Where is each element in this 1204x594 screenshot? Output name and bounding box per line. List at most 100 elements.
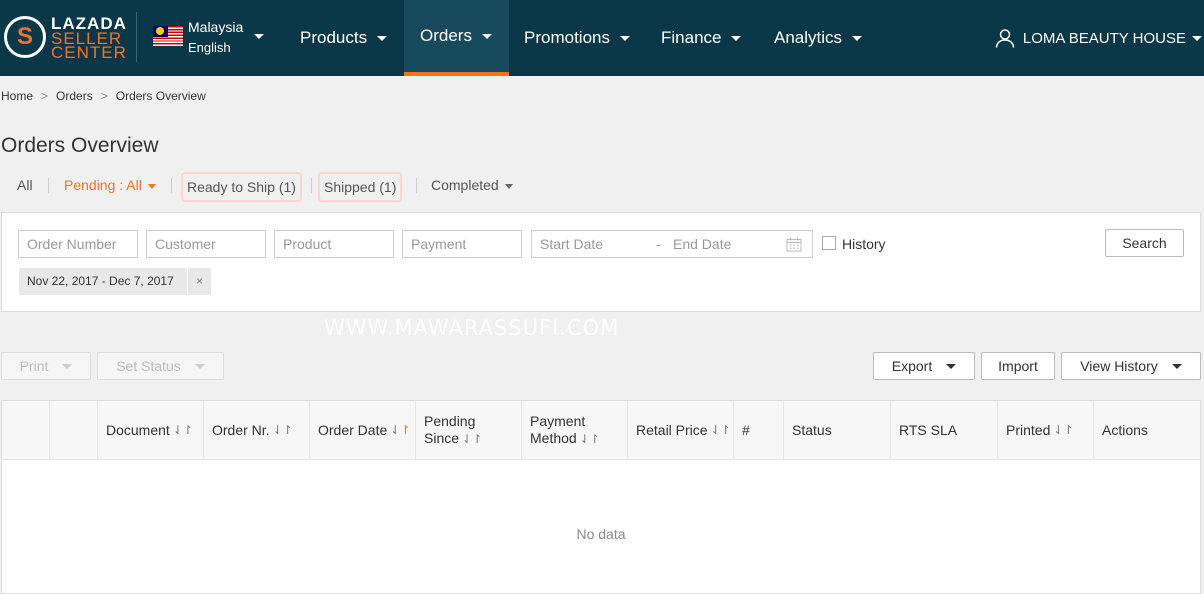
sort-icon[interactable]: ⇃↾ (273, 422, 293, 439)
tab-shipped[interactable]: Shipped (1) (318, 172, 403, 202)
column-pending-since[interactable]: Pending Since ⇃↾ (416, 401, 522, 459)
chevron-down-icon (377, 35, 388, 41)
breadcrumb-home[interactable]: Home (1, 89, 33, 103)
active-date-filter-text: Nov 22, 2017 - Dec 7, 2017 (27, 274, 174, 288)
nav-products[interactable]: Products (286, 0, 398, 76)
import-button[interactable]: Import (981, 352, 1055, 380)
watermark: WWW.MAWARASSUFI.COM (324, 316, 620, 340)
user-name: LOMA BEAUTY HOUSE (1022, 29, 1186, 47)
export-button-label: Export (891, 358, 933, 374)
nav-promotions[interactable]: Promotions (524, 0, 652, 76)
column-document[interactable]: Document ⇃↾ (98, 401, 204, 459)
close-icon[interactable]: × (187, 268, 211, 295)
column-pending-since-line1: Pending (424, 412, 476, 429)
column-rts-sla-label: RTS SLA (899, 421, 958, 438)
column-status: Status (784, 401, 891, 459)
column-actions: Actions (1094, 401, 1200, 459)
expand-column (50, 401, 98, 459)
search-button[interactable]: Search (1105, 229, 1184, 257)
order-number-input[interactable]: Order Number (18, 230, 138, 258)
sort-icon[interactable]: ⇃↾ (1053, 422, 1073, 439)
sort-icon[interactable]: ⇃↾ (462, 432, 482, 446)
chevron-down-icon (62, 363, 73, 369)
sort-icon[interactable]: ⇃↾ (390, 422, 410, 439)
column-printed[interactable]: Printed ⇃↾ (998, 401, 1094, 459)
payment-input[interactable]: Payment (402, 230, 522, 258)
chevron-down-icon (254, 34, 264, 39)
sort-icon[interactable]: ⇃↾ (173, 422, 193, 439)
set-status-button[interactable]: Set Status (97, 352, 224, 380)
empty-state-text: No data (576, 526, 626, 542)
logo-icon: S (4, 16, 46, 58)
nav-finance-label: Finance (661, 28, 722, 47)
chevron-down-icon (504, 183, 513, 189)
column-order-date[interactable]: Order Date ⇃↾ (310, 401, 416, 459)
search-button-label: Search (1122, 235, 1167, 251)
filter-panel: Order Number Customer Product Payment St… (1, 212, 1201, 312)
table-header: Document ⇃↾ Order Nr. ⇃↾ Order Date ⇃↾ Pend… (2, 401, 1200, 460)
breadcrumb-current: Orders Overview (115, 89, 206, 103)
user-account-menu[interactable]: LOMA BEAUTY HOUSE (995, 0, 1204, 76)
page-title: Orders Overview (1, 134, 159, 157)
start-date-input[interactable]: Start Date (540, 231, 603, 257)
column-rts-sla: RTS SLA (891, 401, 998, 459)
print-button[interactable]: Print (1, 352, 91, 380)
view-history-button[interactable]: View History (1061, 352, 1201, 380)
tab-divider (416, 178, 417, 193)
column-payment-method[interactable]: Payment Method ⇃↾ (522, 401, 628, 459)
tab-ready-to-ship[interactable]: Ready to Ship (1) (181, 172, 302, 202)
export-button[interactable]: Export (873, 352, 975, 380)
tab-completed-label: Completed (431, 177, 499, 193)
history-checkbox[interactable] (822, 236, 836, 250)
tab-pending[interactable]: Pending : All (64, 170, 156, 200)
breadcrumb-orders[interactable]: Orders (56, 89, 93, 103)
sort-icon[interactable]: ⇃↾ (711, 422, 731, 439)
active-date-filter-chip: Nov 22, 2017 - Dec 7, 2017 × (19, 268, 211, 295)
header-divider (136, 12, 137, 62)
column-order-nr[interactable]: Order Nr. ⇃↾ (204, 401, 310, 459)
date-range-picker[interactable]: Start Date - End Date (531, 230, 813, 258)
column-retail-price-label: Retail Price (636, 421, 708, 438)
date-separator: - (656, 236, 661, 252)
tab-divider (48, 178, 49, 193)
breadcrumb-separator: > (41, 89, 49, 103)
set-status-button-label: Set Status (116, 358, 181, 374)
tab-all[interactable]: All (17, 170, 33, 200)
lazada-seller-center-logo[interactable]: S LAZADA SELLER CENTER (4, 14, 129, 62)
nav-orders[interactable]: Orders (404, 0, 509, 76)
import-button-label: Import (998, 358, 1038, 374)
country-label: Malaysia (188, 19, 244, 35)
chevron-down-icon (731, 35, 742, 41)
column-payment-method-line1: Payment (530, 412, 586, 429)
column-actions-label: Actions (1102, 421, 1148, 438)
logo-text-line3: CENTER (51, 43, 127, 62)
end-date-input[interactable]: End Date (673, 231, 731, 257)
view-history-button-label: View History (1080, 358, 1158, 374)
print-button-label: Print (19, 358, 49, 374)
nav-analytics[interactable]: Analytics (774, 0, 884, 76)
column-hash: # (734, 401, 784, 459)
nav-finance[interactable]: Finance (661, 0, 761, 76)
tab-divider (311, 178, 312, 193)
tab-divider (171, 178, 172, 193)
product-input[interactable]: Product (274, 230, 394, 258)
nav-orders-label: Orders (420, 26, 472, 45)
column-hash-label: # (742, 421, 750, 438)
language-label: English (188, 40, 231, 55)
column-document-label: Document (106, 421, 170, 438)
tab-completed[interactable]: Completed (431, 170, 513, 200)
sort-icon[interactable]: ⇃↾ (580, 432, 600, 446)
chevron-down-icon (946, 363, 957, 369)
chevron-down-icon (481, 33, 492, 39)
select-all-column[interactable] (2, 401, 50, 459)
column-order-date-label: Order Date (318, 421, 388, 438)
tab-pending-value: All (126, 177, 142, 193)
column-order-nr-label: Order Nr. (212, 421, 270, 438)
tab-pending-label: Pending : (64, 177, 127, 193)
customer-input[interactable]: Customer (146, 230, 266, 258)
breadcrumb: Home > Orders > Orders Overview (1, 89, 206, 103)
column-retail-price[interactable]: Retail Price ⇃↾ (628, 401, 734, 459)
malaysia-flag-icon (153, 26, 183, 46)
calendar-icon[interactable] (786, 237, 802, 252)
chevron-down-icon (1192, 35, 1202, 41)
